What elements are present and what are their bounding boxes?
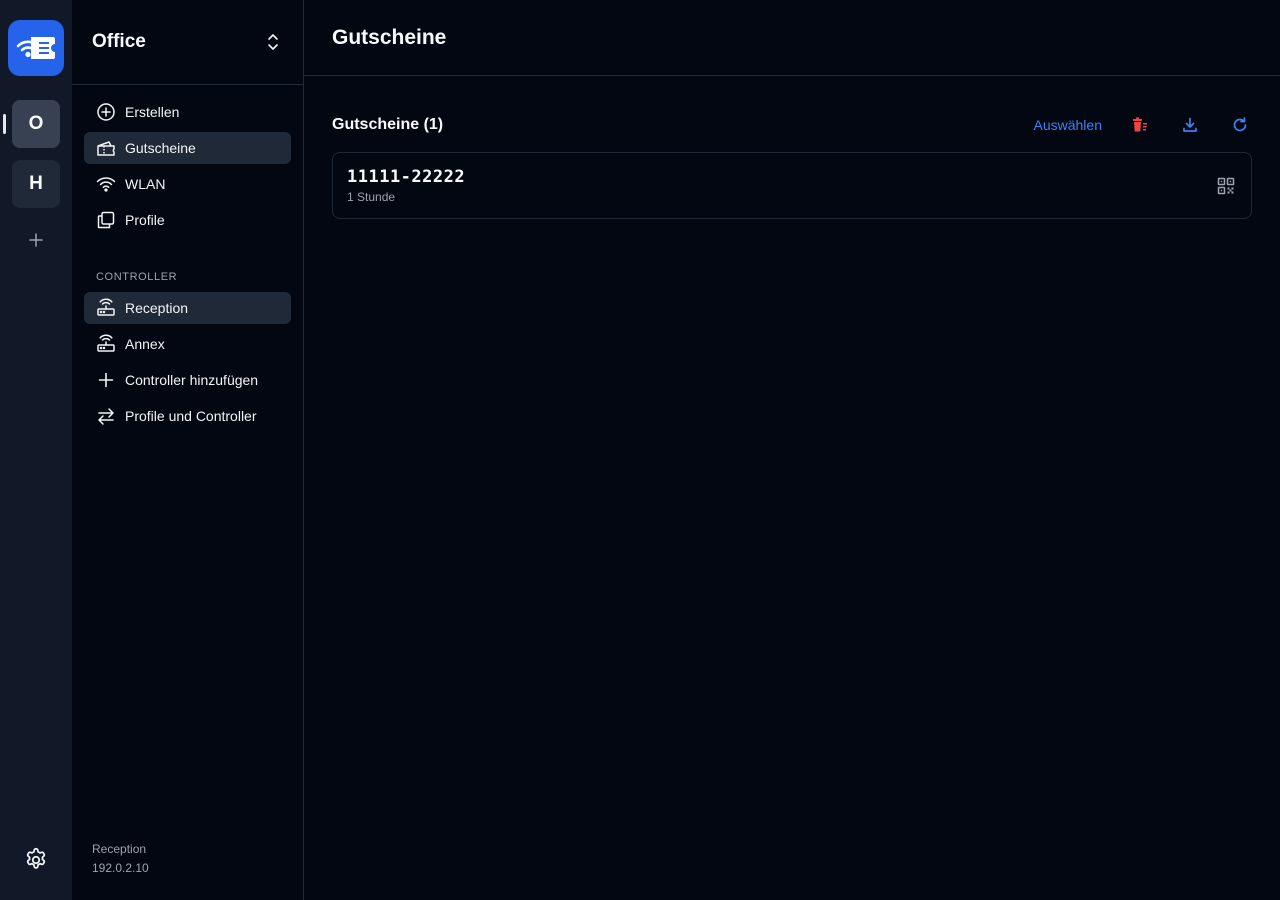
voucher-card[interactable]: 11111-22222 1 Stunde: [332, 152, 1252, 219]
voucher-actions: Auswählen: [1034, 113, 1253, 137]
vouchers-section-header: Gutscheine (1) Auswählen: [332, 112, 1252, 138]
nav-item-gutscheine[interactable]: Gutscheine: [84, 132, 291, 164]
controller-item-reception[interactable]: Reception: [84, 292, 291, 324]
router-icon: [96, 334, 116, 354]
controller-item-label: Reception: [125, 300, 189, 316]
nav-item-label: Gutscheine: [125, 140, 196, 156]
active-controller-ip: 192.0.2.10: [92, 861, 149, 875]
trash-icon: [1133, 117, 1147, 132]
profiles-and-controllers-label: Profile und Controller: [125, 408, 257, 424]
nav-item-label: WLAN: [125, 176, 166, 192]
nav-item-profile[interactable]: Profile: [84, 204, 291, 236]
app-logo[interactable]: [8, 20, 64, 76]
controller-nav: Reception Annex Controller hinzufügen Pr…: [84, 292, 291, 436]
nav-item-erstellen[interactable]: Erstellen: [84, 96, 291, 128]
main-nav: Erstellen Gutscheine WLAN Profile: [84, 96, 291, 240]
workspace-title: Office: [92, 31, 146, 52]
router-icon: [96, 298, 116, 318]
qr-code-button[interactable]: [1215, 175, 1237, 197]
nav-item-label: Profile: [125, 212, 165, 228]
download-icon: [1183, 117, 1197, 132]
chevron-up-down-icon: [268, 34, 278, 50]
refresh-icon: [1233, 117, 1247, 132]
page-title: Gutscheine: [332, 25, 447, 49]
nav-item-label: Erstellen: [125, 104, 180, 120]
select-button[interactable]: Auswählen: [1034, 117, 1103, 133]
add-workspace-button[interactable]: [24, 228, 48, 252]
ticket-icon: [96, 138, 116, 158]
main-content: Gutscheine Gutscheine (1) Auswählen 1111…: [304, 0, 1280, 900]
refresh-button[interactable]: [1228, 113, 1252, 137]
add-controller-button[interactable]: Controller hinzufügen: [84, 364, 291, 396]
controller-item-annex[interactable]: Annex: [84, 328, 291, 360]
plus-circle-icon: [96, 102, 116, 122]
qr-code-icon: [1217, 177, 1235, 195]
sidebar-header: Office: [72, 0, 303, 85]
profiles-and-controllers-link[interactable]: Profile und Controller: [84, 400, 291, 432]
settings-button[interactable]: [22, 846, 50, 874]
plus-icon: [29, 233, 43, 247]
sidebar: Office Erstellen Gutscheine WLAN Profile…: [72, 0, 304, 900]
workspace-switcher[interactable]: [263, 32, 283, 52]
active-controller-info: Reception 192.0.2.10: [92, 840, 149, 878]
wifi-icon: [96, 174, 116, 194]
voucher-code: 11111-22222: [347, 167, 466, 187]
delete-button[interactable]: [1128, 113, 1152, 137]
controller-section-label: CONTROLLER: [96, 271, 178, 283]
copy-icon: [96, 210, 116, 230]
vouchers-count-title: Gutscheine (1): [332, 116, 444, 133]
download-button[interactable]: [1178, 113, 1202, 137]
active-controller-name: Reception: [92, 842, 147, 856]
workspace-rail: O H: [0, 0, 72, 900]
plus-icon: [96, 370, 116, 390]
nav-item-wlan[interactable]: WLAN: [84, 168, 291, 200]
workspace-button-office[interactable]: O: [12, 100, 60, 148]
arrows-swap-icon: [96, 406, 116, 426]
add-controller-label: Controller hinzufügen: [125, 372, 259, 388]
main-header: Gutscheine: [304, 0, 1280, 76]
active-workspace-indicator: [3, 114, 6, 134]
voucher-duration: 1 Stunde: [347, 190, 396, 204]
gear-icon: [26, 847, 46, 869]
controller-item-label: Annex: [125, 336, 165, 352]
wifi-ticket-icon: [16, 37, 55, 59]
workspace-button-h[interactable]: H: [12, 160, 60, 208]
